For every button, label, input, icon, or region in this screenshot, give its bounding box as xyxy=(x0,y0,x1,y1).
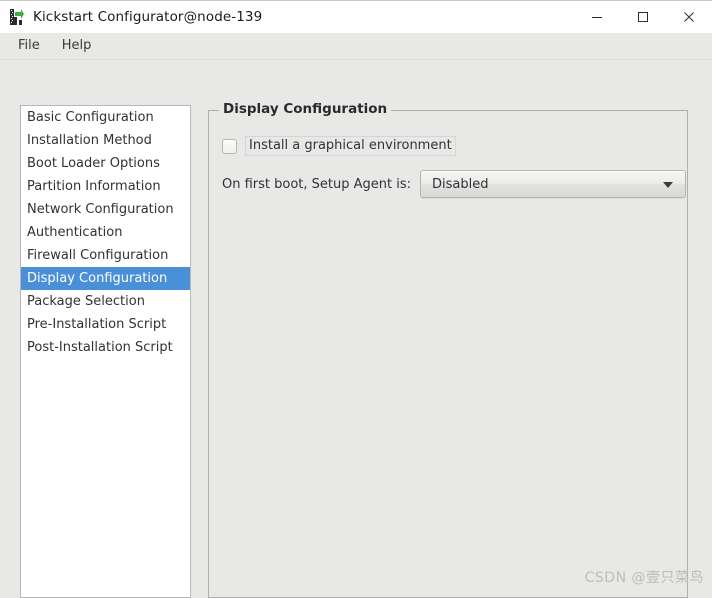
minimize-icon xyxy=(592,17,602,18)
setup-agent-row: On first boot, Setup Agent is: Disabled xyxy=(222,170,686,198)
setup-agent-label: On first boot, Setup Agent is: xyxy=(222,176,412,192)
setup-agent-dropdown[interactable]: Disabled xyxy=(420,170,686,198)
menu-file[interactable]: File xyxy=(7,35,51,57)
sidebar-list[interactable]: Basic Configuration Installation Method … xyxy=(20,105,191,598)
sidebar-item-basic-configuration[interactable]: Basic Configuration xyxy=(21,106,190,129)
setup-agent-value: Disabled xyxy=(432,176,489,192)
install-graphical-environment-checkbox[interactable] xyxy=(222,138,237,154)
sidebar-item-package-selection[interactable]: Package Selection xyxy=(21,290,190,313)
sidebar-item-authentication[interactable]: Authentication xyxy=(21,221,190,244)
sidebar-item-network-configuration[interactable]: Network Configuration xyxy=(21,198,190,221)
install-graphical-environment-label[interactable]: Install a graphical environment xyxy=(245,136,456,156)
close-button[interactable] xyxy=(666,1,712,33)
maximize-button[interactable] xyxy=(620,1,666,33)
sidebar-item-post-installation-script[interactable]: Post-Installation Script xyxy=(21,336,190,359)
maximize-icon xyxy=(638,12,648,22)
sidebar-item-partition-information[interactable]: Partition Information xyxy=(21,175,190,198)
sidebar-item-boot-loader-options[interactable]: Boot Loader Options xyxy=(21,152,190,175)
minimize-button[interactable] xyxy=(574,1,620,33)
close-icon xyxy=(684,12,694,22)
window-controls xyxy=(574,1,712,33)
main-content: Basic Configuration Installation Method … xyxy=(0,60,712,598)
graphical-environment-row: Install a graphical environment xyxy=(222,136,456,156)
display-configuration-groupbox: Display Configuration Install a graphica… xyxy=(208,101,688,598)
app-icon xyxy=(8,8,26,26)
sidebar-item-display-configuration[interactable]: Display Configuration xyxy=(21,267,190,290)
window-titlebar: Kickstart Configurator@node-139 xyxy=(0,0,712,33)
window-title: Kickstart Configurator@node-139 xyxy=(33,9,263,25)
groupbox-title: Display Configuration xyxy=(219,101,392,117)
sidebar-item-pre-installation-script[interactable]: Pre-Installation Script xyxy=(21,313,190,336)
menu-help[interactable]: Help xyxy=(51,35,103,57)
sidebar-item-firewall-configuration[interactable]: Firewall Configuration xyxy=(21,244,190,267)
menubar: File Help xyxy=(0,33,712,60)
sidebar-item-installation-method[interactable]: Installation Method xyxy=(21,129,190,152)
chevron-down-icon xyxy=(663,182,673,188)
